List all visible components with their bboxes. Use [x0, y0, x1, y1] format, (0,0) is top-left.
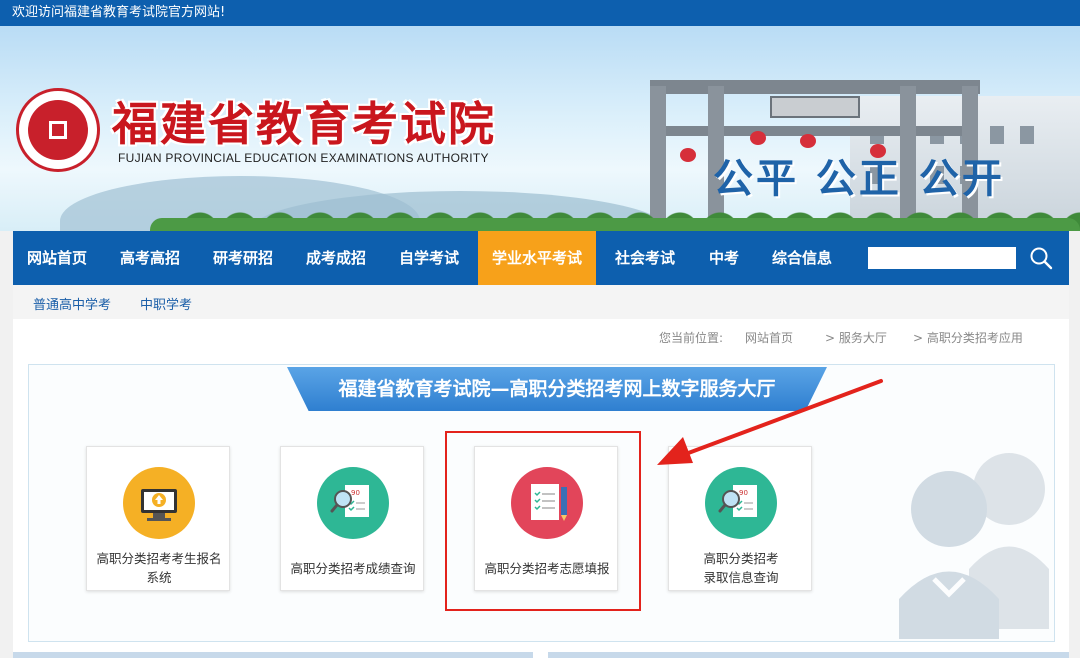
nav-item-zhongkao[interactable]: 中考 — [694, 231, 754, 285]
customer-service-icon — [899, 453, 1049, 639]
score-search-icon: 90 — [317, 467, 389, 539]
footer-edge-right — [548, 652, 1069, 658]
card-label-line2: 系统 — [146, 570, 172, 585]
card-admission-query[interactable]: 90 高职分类招考 录取信息查询 — [668, 446, 812, 591]
card-label: 高职分类招考考生报名 系统 — [87, 549, 231, 587]
nav-item-gaokao[interactable]: 高考高招 — [106, 231, 194, 285]
nav-item-social-exam[interactable]: 社会考试 — [601, 231, 689, 285]
main-nav: 网站首页 高考高招 研考研招 成考成招 自学考试 学业水平考试 社会考试 中考 … — [13, 231, 1069, 285]
computer-upload-icon — [123, 467, 195, 539]
site-title: 福建省教育考试院 — [112, 97, 496, 151]
breadcrumb-prefix: 您当前位置: — [659, 331, 724, 345]
svg-text:90: 90 — [739, 489, 748, 497]
card-label-line1: 高职分类招考 — [703, 551, 779, 566]
footer-edge-left — [13, 652, 533, 658]
sub-nav: 普通高中学考 中职学考 — [13, 285, 1069, 319]
card-registration[interactable]: 高职分类招考考生报名 系统 — [86, 446, 230, 591]
card-label-line1: 高职分类招考考生报名 — [96, 551, 222, 566]
subnav-item-high-school[interactable]: 普通高中学考 — [33, 294, 111, 313]
nav-item-graduate[interactable]: 研考研招 — [199, 231, 287, 285]
nav-item-general-info[interactable]: 综合信息 — [759, 231, 845, 285]
main-content: 您当前位置: 网站首页 > 服务大厅 > 高职分类招考应用 福建省教育考试院—高… — [13, 319, 1069, 658]
breadcrumb-home[interactable]: 网站首页 — [745, 329, 793, 346]
site-subtitle: FUJIAN PROVINCIAL EDUCATION EXAMINATIONS… — [118, 151, 489, 165]
breadcrumb-service-hall[interactable]: > 服务大厅 — [825, 329, 887, 346]
card-label-line2: 录取信息查询 — [703, 570, 779, 585]
card-score-query[interactable]: 90 高职分类招考成绩查询 — [280, 446, 424, 591]
search-icon[interactable] — [1028, 245, 1054, 271]
subnav-item-vocational[interactable]: 中职学考 — [140, 294, 192, 313]
red-arrow-annotation — [657, 379, 883, 465]
welcome-text: 欢迎访问福建省教育考试院官方网站! — [12, 5, 226, 20]
nav-item-home[interactable]: 网站首页 — [13, 231, 101, 285]
nav-item-proficiency-test[interactable]: 学业水平考试 — [478, 231, 596, 285]
slogan: 公平 公正 公开 — [713, 155, 1005, 202]
nav-item-adult-exam[interactable]: 成考成招 — [292, 231, 380, 285]
admission-search-icon: 90 — [705, 467, 777, 539]
highlight-box — [445, 431, 641, 611]
search-input[interactable] — [868, 247, 1016, 269]
nav-item-self-study[interactable]: 自学考试 — [385, 231, 473, 285]
welcome-bar: 欢迎访问福建省教育考试院官方网站! — [0, 0, 1080, 26]
card-label: 高职分类招考 录取信息查询 — [669, 549, 813, 587]
card-label: 高职分类招考成绩查询 — [290, 561, 416, 576]
svg-text:90: 90 — [351, 489, 360, 497]
breadcrumb-current[interactable]: > 高职分类招考应用 — [913, 329, 1023, 346]
institution-logo[interactable] — [16, 88, 100, 172]
